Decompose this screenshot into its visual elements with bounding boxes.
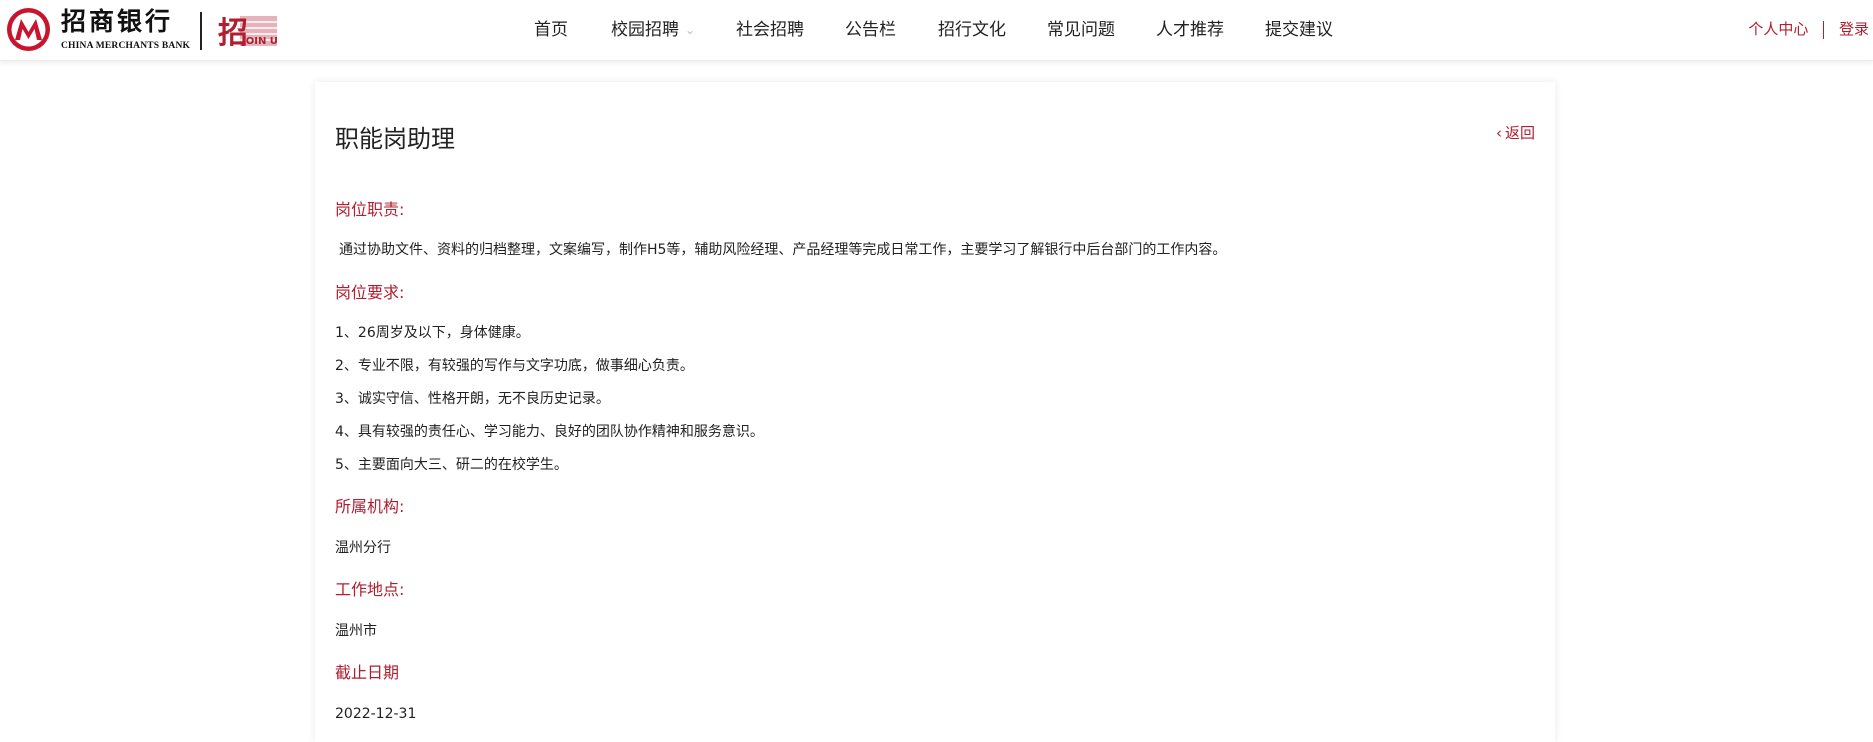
nav-bulletin[interactable]: 公告栏 bbox=[845, 18, 896, 42]
requirement-item: 2、专业不限，有较强的写作与文字功底，做事细心负责。 bbox=[335, 358, 694, 374]
nav-talent-referral-label: 人才推荐 bbox=[1156, 20, 1224, 40]
requirement-item: 3、诚实守信、性格开朗，无不良历史记录。 bbox=[335, 391, 610, 407]
nav-submit-suggestion[interactable]: 提交建议 bbox=[1265, 18, 1333, 42]
requirements-label: 岗位要求: bbox=[335, 283, 405, 302]
nav-home[interactable]: 首页 bbox=[534, 18, 568, 42]
nav-social-recruitment[interactable]: 社会招聘 bbox=[736, 18, 804, 42]
chevron-down-icon: ⌄ bbox=[685, 23, 696, 37]
personal-center-link[interactable]: 个人中心 bbox=[1748, 20, 1808, 38]
back-label: 返回 bbox=[1504, 124, 1535, 142]
duties-label: 岗位职责: bbox=[335, 200, 405, 219]
nav-bulletin-label: 公告栏 bbox=[845, 20, 896, 40]
nav-home-label: 首页 bbox=[534, 20, 568, 40]
back-button[interactable]: ‹ 返回 bbox=[1496, 122, 1535, 143]
chevron-left-icon: ‹ bbox=[1495, 124, 1502, 142]
job-title: 职能岗助理 bbox=[335, 125, 455, 153]
requirement-item: 1、26周岁及以下，身体健康。 bbox=[335, 325, 530, 341]
deadline-label: 截止日期 bbox=[335, 663, 400, 682]
nav-culture-label: 招行文化 bbox=[938, 20, 1006, 40]
nav-faq[interactable]: 常见问题 bbox=[1047, 18, 1115, 42]
nav-campus-recruitment-label: 校园招聘 bbox=[611, 20, 679, 40]
nav-talent-referral[interactable]: 人才推荐 bbox=[1156, 18, 1224, 42]
job-detail-card: 职能岗助理 ‹ 返回 岗位职责: 通过协助文件、资料的归档整理，文案编写，制作H5… bbox=[315, 82, 1555, 742]
org-value: 温州分行 bbox=[335, 540, 391, 556]
requirement-item: 5、主要面向大三、研二的在校学生。 bbox=[335, 457, 568, 473]
nav-faq-label: 常见问题 bbox=[1047, 20, 1115, 40]
nav-submit-suggestion-label: 提交建议 bbox=[1265, 20, 1333, 40]
user-links: 个人中心 登录 bbox=[1748, 19, 1869, 39]
requirement-item: 4、具有较强的责任心、学习能力、良好的团队协作精神和服务意识。 bbox=[335, 424, 764, 440]
nav-campus-recruitment[interactable]: 校园招聘 ⌄ bbox=[611, 18, 695, 42]
location-label: 工作地点: bbox=[335, 580, 405, 599]
duties-text: 通过协助文件、资料的归档整理，文案编写，制作H5等，辅助风险经理、产品经理等完成… bbox=[339, 242, 1227, 258]
nav-culture[interactable]: 招行文化 bbox=[938, 18, 1006, 42]
login-link[interactable]: 登录 bbox=[1839, 20, 1869, 38]
user-links-divider bbox=[1823, 20, 1825, 39]
location-value: 温州市 bbox=[335, 623, 377, 639]
org-label: 所属机构: bbox=[335, 497, 405, 516]
main-nav: 首页 校园招聘 ⌄ 社会招聘 公告栏 招行文化 常见问题 人才推荐 提交建议 bbox=[0, 0, 1873, 61]
nav-social-recruitment-label: 社会招聘 bbox=[736, 20, 804, 40]
site-header: 招商银行 CHINA MERCHANTS BANK 招 JOIN US 首页 校… bbox=[0, 0, 1873, 61]
deadline-value: 2022-12-31 bbox=[335, 706, 417, 722]
